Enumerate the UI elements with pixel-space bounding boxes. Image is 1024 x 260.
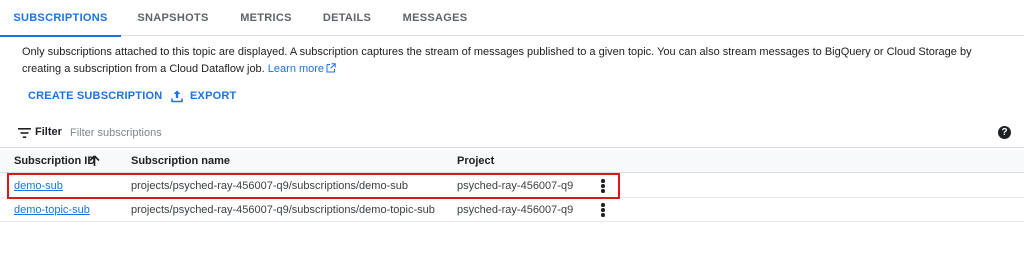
export-label: EXPORT: [190, 90, 237, 102]
filter-bar: Filter: [0, 120, 1024, 148]
tab-bar: SUBSCRIPTIONS SNAPSHOTS METRICS DETAILS …: [0, 0, 1024, 37]
subscriptions-description: Only subscriptions attached to this topi…: [22, 44, 1012, 77]
subscription-name: projects/psyched-ray-456007-q9/subscript…: [131, 204, 435, 216]
arrow-up-icon[interactable]: [89, 155, 100, 167]
description-text: Only subscriptions attached to this topi…: [22, 46, 972, 75]
project-name: psyched-ray-456007-q9: [457, 180, 574, 192]
help-icon[interactable]: ?: [998, 126, 1011, 139]
subscription-id-link[interactable]: demo-topic-sub: [14, 198, 90, 222]
table-header: Subscription ID Subscription name Projec…: [0, 149, 1024, 173]
subscription-name: projects/psyched-ray-456007-q9/subscript…: [131, 180, 408, 192]
create-subscription-button[interactable]: CREATE SUBSCRIPTION: [28, 84, 162, 108]
more-vert-icon[interactable]: [598, 179, 608, 193]
subscription-id-link[interactable]: demo-sub: [14, 174, 63, 198]
action-bar: CREATE SUBSCRIPTION EXPORT: [0, 84, 400, 108]
table-row: demo-topic-sub projects/psyched-ray-4560…: [0, 198, 1024, 222]
filter-input[interactable]: [70, 122, 670, 144]
column-header-subscription-id[interactable]: Subscription ID: [14, 149, 95, 173]
column-header-subscription-name[interactable]: Subscription name: [131, 149, 230, 173]
export-upload-icon: [171, 90, 183, 103]
tab-subscriptions[interactable]: SUBSCRIPTIONS: [0, 0, 121, 37]
tab-metrics[interactable]: METRICS: [233, 0, 299, 36]
filter-list-icon: [18, 128, 31, 138]
column-header-project[interactable]: Project: [457, 149, 494, 173]
table-row: demo-sub projects/psyched-ray-456007-q9/…: [0, 174, 1024, 198]
learn-more-label: Learn more: [267, 62, 325, 75]
filter-label: Filter: [35, 126, 62, 138]
tab-details[interactable]: DETAILS: [318, 0, 376, 36]
tab-messages[interactable]: MESSAGES: [396, 0, 474, 36]
project-name: psyched-ray-456007-q9: [457, 204, 574, 216]
more-vert-icon[interactable]: [598, 203, 608, 217]
learn-more-link[interactable]: Learn more: [268, 63, 336, 75]
tab-snapshots[interactable]: SNAPSHOTS: [130, 0, 216, 36]
open-in-new-icon: [326, 62, 336, 72]
